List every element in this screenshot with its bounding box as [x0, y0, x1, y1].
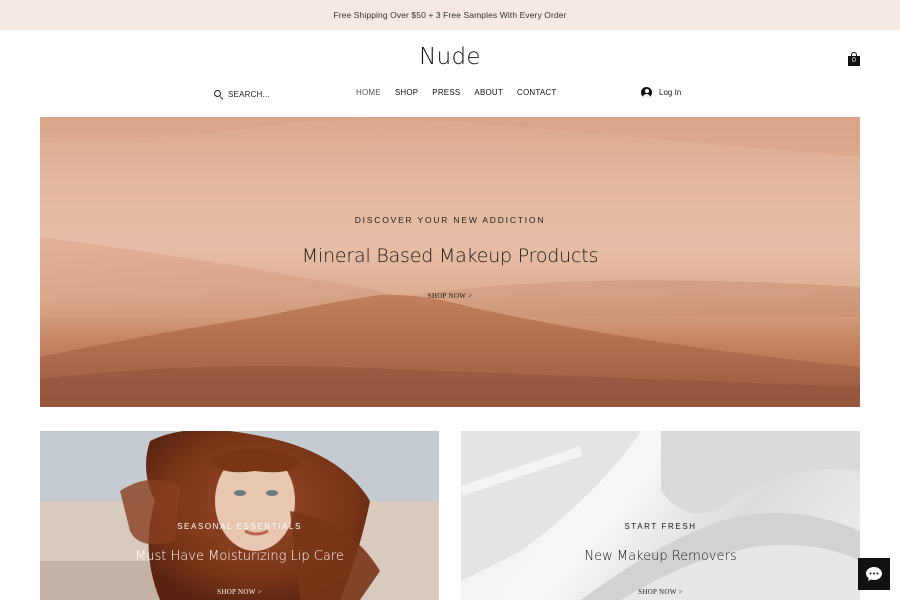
promo-text: Free Shipping Over $50 + 3 Free Samples …	[333, 10, 567, 20]
hero-banner: DISCOVER YOUR NEW ADDICTION Mineral Base…	[40, 117, 860, 407]
cart-count: 0	[848, 56, 860, 66]
promo-card-makeup-removers[interactable]: START FRESH New Makeup Removers SHOP NOW…	[461, 431, 860, 600]
chat-button[interactable]	[858, 558, 890, 590]
chat-bubble-icon	[866, 567, 882, 581]
hero-eyebrow: DISCOVER YOUR NEW ADDICTION	[354, 215, 546, 225]
nav-item-press[interactable]: PRESS	[432, 88, 460, 97]
login-label: Log In	[659, 88, 682, 97]
hero-title: Mineral Based Makeup Products	[301, 245, 599, 267]
nav-item-contact[interactable]: CONTACT	[517, 88, 556, 97]
search-box[interactable]: SEARCH...	[214, 88, 270, 100]
card-shop-now-link[interactable]: SHOP NOW >	[40, 588, 439, 596]
card-shop-now-link[interactable]: SHOP NOW >	[461, 588, 860, 596]
nav-item-home[interactable]: HOME	[356, 88, 381, 97]
card-title: Must Have Moisturizing Lip Care	[135, 549, 344, 564]
nav-item-about[interactable]: ABOUT	[474, 88, 503, 97]
card-title: New Makeup Removers	[584, 549, 737, 564]
site-logo[interactable]: Nude	[0, 44, 900, 70]
model-portrait-image	[40, 431, 439, 600]
nav-item-shop[interactable]: SHOP	[395, 88, 418, 97]
silk-fabric-image	[461, 431, 860, 600]
promo-card-lip-care[interactable]: SEASONAL ESSENTIALS Must Have Moisturizi…	[40, 431, 439, 600]
login-button[interactable]: Log In	[641, 87, 681, 98]
search-input[interactable]: SEARCH...	[228, 90, 270, 99]
promo-banner: Free Shipping Over $50 + 3 Free Samples …	[0, 0, 900, 30]
main-nav: HOME SHOP PRESS ABOUT CONTACT	[356, 88, 556, 97]
search-icon	[214, 89, 224, 100]
user-avatar-icon	[641, 87, 652, 98]
card-eyebrow: SEASONAL ESSENTIALS	[177, 522, 302, 531]
card-eyebrow: START FRESH	[624, 522, 697, 531]
cart-button[interactable]: 0	[848, 52, 860, 66]
hero-shop-now-link[interactable]: SHOP NOW >	[40, 292, 860, 300]
